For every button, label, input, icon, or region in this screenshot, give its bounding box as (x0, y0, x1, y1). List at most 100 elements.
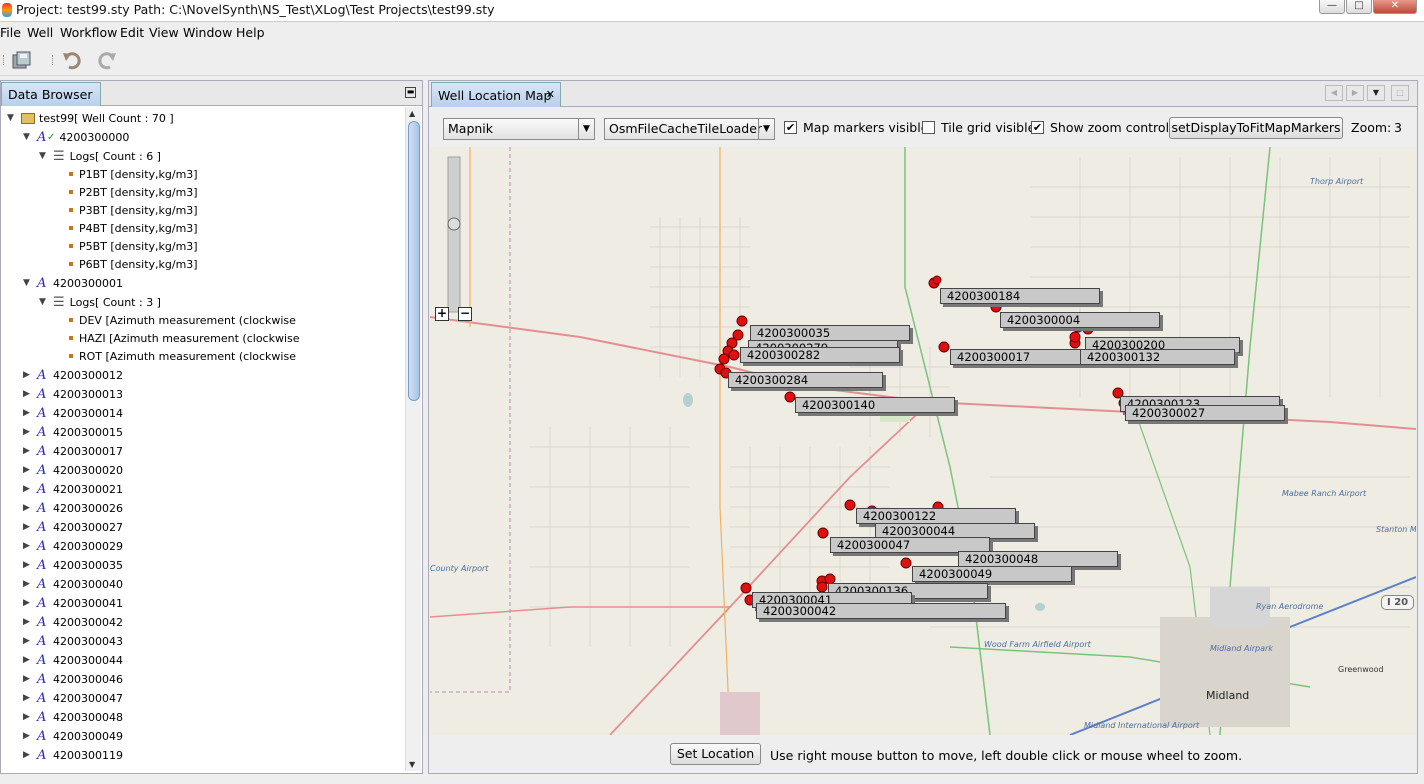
tree-well-row[interactable]: ▶ A 4200300046 (23, 670, 123, 688)
tab-well-location-map[interactable]: Well Location Map ✕ (431, 82, 561, 107)
menu-view[interactable]: View (149, 25, 179, 40)
expand-icon[interactable]: ▶ (23, 408, 33, 418)
scroll-up-icon[interactable]: ▲ (409, 109, 415, 118)
tree-well-row[interactable]: ▼ A ✓ 4200300000 (23, 128, 129, 146)
scroll-down-icon[interactable]: ▼ (409, 760, 415, 769)
expand-icon[interactable]: ▶ (23, 541, 33, 551)
tree-log-row[interactable]: ROT [Azimuth measurement (clockwise (69, 347, 296, 365)
tree-well-row[interactable]: ▶ A 4200300047 (23, 689, 123, 707)
tree-well-row[interactable]: ▶ A 4200300035 (23, 556, 123, 574)
minimize-button[interactable]: — (1319, 0, 1345, 14)
menu-help[interactable]: Help (236, 25, 265, 40)
tree-well-row[interactable]: ▶ A 4200300029 (23, 537, 123, 555)
tab-scroll-left-icon[interactable]: ◀ (1325, 85, 1343, 101)
well-marker-label[interactable]: 4200300027 (1125, 405, 1285, 421)
well-marker-label[interactable]: 4200300048 (958, 551, 1118, 567)
tab-list-icon[interactable]: ▼ (1367, 85, 1385, 101)
expand-icon[interactable]: ▶ (23, 579, 33, 589)
show-zoom-controls-checkbox[interactable]: ✔ (1031, 121, 1044, 134)
expand-icon[interactable]: ▶ (23, 446, 33, 456)
tree-log-row[interactable]: P4BT [density,kg/m3] (69, 219, 198, 237)
expand-icon[interactable]: ▶ (23, 655, 33, 665)
tree-well-row[interactable]: ▶ A 4200300026 (23, 499, 123, 517)
tree-log-row[interactable]: DEV [Azimuth measurement (clockwise (69, 311, 296, 329)
maximize-panel-icon[interactable]: □ (1391, 85, 1409, 101)
menu-window[interactable]: Window (183, 25, 232, 40)
close-tab-icon[interactable]: ✕ (546, 88, 555, 101)
collapse-icon[interactable]: ▼ (23, 278, 33, 288)
tree-log-row[interactable]: P1BT [density,kg/m3] (69, 165, 198, 183)
tree-well-row[interactable]: ▶ A 4200300043 (23, 632, 123, 650)
tile-source-select[interactable]: Mapnik ▼ (443, 118, 595, 140)
expand-icon[interactable]: ▶ (23, 560, 33, 570)
tree-well-row[interactable]: ▶ A 4200300015 (23, 423, 123, 441)
expand-icon[interactable]: ▶ (23, 636, 33, 646)
scrollbar-thumb[interactable] (408, 121, 420, 401)
menu-edit[interactable]: Edit (120, 25, 144, 40)
well-marker-label[interactable]: 4200300284 (728, 372, 883, 388)
well-marker-label[interactable]: 4200300132 (1080, 349, 1235, 365)
maximize-button[interactable]: □ (1346, 0, 1372, 14)
well-marker-label[interactable]: 4200300282 (740, 347, 900, 363)
tree-well-row[interactable]: ▶ A 4200300042 (23, 613, 123, 631)
collapse-icon[interactable]: ▼ (39, 297, 49, 307)
expand-icon[interactable]: ▶ (23, 674, 33, 684)
tab-scroll-right-icon[interactable]: ▶ (1346, 85, 1364, 101)
undo-icon[interactable] (60, 49, 84, 71)
expand-icon[interactable]: ▶ (23, 503, 33, 513)
tree-log-row[interactable]: HAZI [Azimuth measurement (clockwise (69, 329, 300, 347)
tree-log-row[interactable]: P5BT [density,kg/m3] (69, 237, 198, 255)
save-icon[interactable] (10, 49, 34, 71)
well-marker-label[interactable]: 4200300122 (856, 508, 1016, 524)
expand-icon[interactable]: ▶ (23, 427, 33, 437)
expand-icon[interactable]: ▶ (23, 389, 33, 399)
tab-data-browser[interactable]: Data Browser (1, 82, 101, 106)
expand-icon[interactable]: ▶ (23, 693, 33, 703)
tree-well-row[interactable]: ▶ A 4200300012 (23, 366, 123, 384)
tree-well-row[interactable]: ▶ A 4200300041 (23, 594, 123, 612)
redo-icon[interactable] (95, 49, 119, 71)
zoom-in-icon[interactable]: + (435, 307, 449, 321)
tree-well-row[interactable]: ▶ A 4200300048 (23, 708, 123, 726)
expand-icon[interactable]: ▶ (23, 598, 33, 608)
expand-icon[interactable]: ▶ (23, 370, 33, 380)
expand-icon[interactable]: ▶ (23, 617, 33, 627)
well-marker-label[interactable]: 4200300140 (795, 397, 955, 413)
well-marker-label[interactable]: 4200300042 (756, 603, 1006, 619)
tile-grid-visible-checkbox[interactable] (922, 121, 935, 134)
expand-icon[interactable]: ▶ (23, 731, 33, 741)
tree-well-row[interactable]: ▶ A 4200300119 (23, 746, 123, 764)
expand-icon[interactable]: ▶ (23, 522, 33, 532)
tree-well-row[interactable]: ▶ A 4200300040 (23, 575, 123, 593)
tile-loader-select[interactable]: OsmFileCacheTileLoader ▼ (604, 118, 775, 140)
well-marker-label[interactable]: 4200300035 (750, 325, 910, 341)
minimize-panel-button[interactable]: ▬ (405, 87, 416, 98)
expand-icon[interactable]: ▶ (23, 465, 33, 475)
tree-well-row[interactable]: ▶ A 4200300013 (23, 385, 123, 403)
well-marker-label[interactable]: 4200300004 (1000, 312, 1160, 328)
tree-log-row[interactable]: P6BT [density,kg/m3] (69, 255, 198, 273)
well-marker-label[interactable]: 4200300049 (912, 566, 1072, 582)
tree-well-row[interactable]: ▶ A 4200300044 (23, 651, 123, 669)
expand-icon[interactable]: ▶ (23, 750, 33, 760)
tree-scrollbar[interactable]: ▲ ▼ (405, 107, 421, 771)
menu-file[interactable]: File (0, 25, 21, 40)
map-markers-visible-checkbox[interactable]: ✔ (784, 121, 797, 134)
expand-icon[interactable]: ▶ (23, 712, 33, 722)
zoom-out-icon[interactable]: − (458, 307, 472, 321)
menu-workflow[interactable]: Workflow (60, 25, 117, 40)
collapse-icon[interactable]: ▼ (23, 132, 33, 142)
tree-well-row[interactable]: ▶ A 4200300017 (23, 442, 123, 460)
tree-well-row[interactable]: ▶ A 4200300020 (23, 461, 123, 479)
tree-logs-row[interactable]: ▼ ☰ Logs[ Count : 6 ] (39, 147, 161, 165)
expand-icon[interactable]: ▶ (23, 484, 33, 494)
well-marker-label[interactable]: 4200300184 (940, 288, 1100, 304)
tree-well-row[interactable]: ▶ A 4200300021 (23, 480, 123, 498)
zoom-slider[interactable] (447, 156, 461, 313)
tree-well-row[interactable]: ▶ A 4200300014 (23, 404, 123, 422)
tree-log-row[interactable]: P3BT [density,kg/m3] (69, 201, 198, 219)
collapse-icon[interactable]: ▼ (7, 113, 17, 123)
tree-well-row[interactable]: ▶ A 4200300027 (23, 518, 123, 536)
map-view[interactable]: + − 4200300184 4200300004 4200300035 420030… (430, 147, 1416, 735)
close-window-button[interactable]: ✕ (1373, 0, 1417, 14)
